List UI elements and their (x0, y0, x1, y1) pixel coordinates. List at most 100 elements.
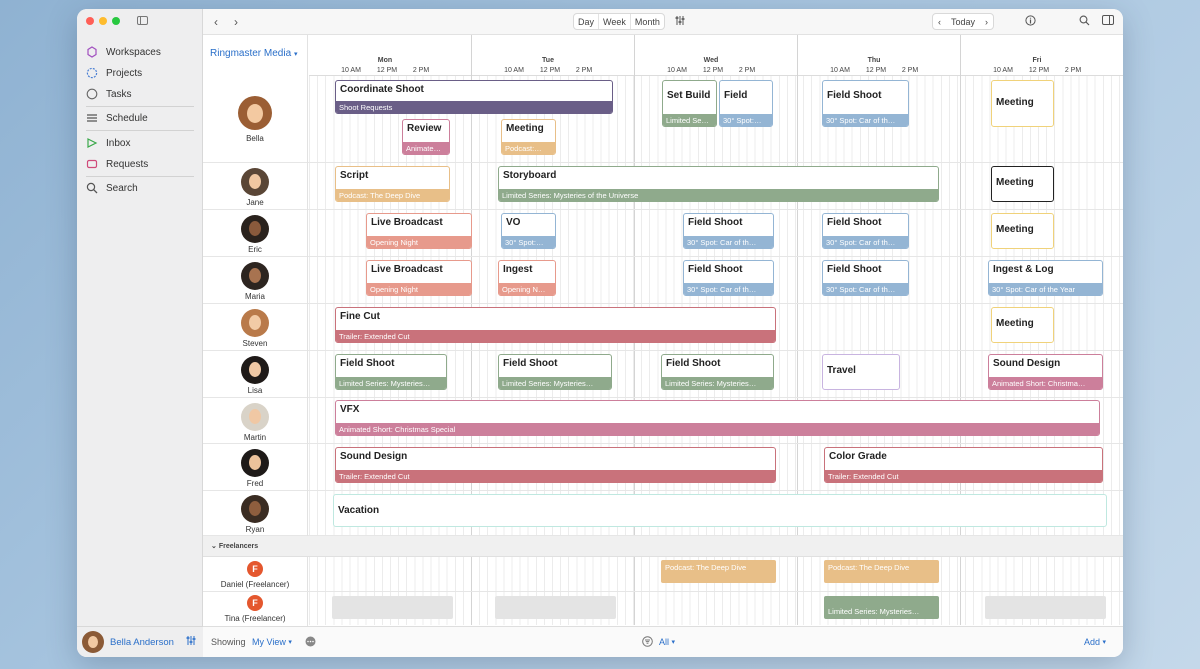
event-block[interactable]: VO 30° Spot:… (501, 213, 556, 249)
inspector-toggle-icon[interactable] (1102, 15, 1114, 25)
event-block[interactable]: Meeting (991, 213, 1054, 249)
date-navigator: ‹ Today › (932, 13, 995, 30)
person-lisa[interactable]: Lisa (203, 351, 308, 398)
sidebar-toggle-icon[interactable] (137, 16, 148, 25)
next-week-icon[interactable]: › (980, 17, 993, 27)
event-subtitle: Podcast: The Deep Dive (336, 189, 449, 201)
search-icon[interactable] (1079, 15, 1090, 26)
event-subtitle: Animate… (403, 142, 449, 154)
sidebar-item-search[interactable]: Search (86, 182, 198, 194)
tab-week[interactable]: Week (599, 14, 631, 29)
event-title: Storyboard (503, 170, 557, 181)
event-block[interactable]: Live Broadcast Opening Night (366, 260, 472, 296)
sidebar-item-workspaces[interactable]: Workspaces (86, 46, 198, 58)
chevron-down-icon: ▾ (671, 639, 676, 646)
sidebar-item-schedule[interactable]: Schedule (86, 112, 198, 124)
freelance-event[interactable]: Podcast: The Deep Dive (824, 560, 939, 583)
sidebar-item-tasks[interactable]: Tasks (86, 88, 198, 100)
day-label: Mon (377, 57, 393, 64)
person-name: Ryan (245, 525, 265, 534)
event-block[interactable]: Color Grade Trailer: Extended Cut (824, 447, 1103, 483)
event-block[interactable]: Live Broadcast Opening Night (366, 213, 472, 249)
info-icon[interactable] (1025, 15, 1036, 26)
event-title: Color Grade (829, 451, 887, 462)
event-block[interactable]: Fine Cut Trailer: Extended Cut (335, 307, 776, 343)
event-block[interactable]: Meeting (991, 166, 1054, 202)
event-subtitle: Animated Short: Christmas Special (336, 423, 1099, 435)
avatar (241, 495, 269, 523)
event-block[interactable]: Storyboard Limited Series: Mysteries of t… (498, 166, 939, 202)
event-block[interactable]: Field Shoot 30° Spot: Car of th… (822, 80, 909, 127)
filter-selector[interactable]: All ▾ (659, 637, 675, 647)
event-block[interactable]: VFX Animated Short: Christmas Special (335, 400, 1100, 436)
workspaces-icon (86, 46, 98, 58)
add-button[interactable]: Add ▾ (1084, 637, 1106, 647)
tab-month[interactable]: Month (631, 14, 664, 29)
event-block[interactable]: Set Build Limited Se… (662, 80, 717, 127)
event-block[interactable]: Coordinate Shoot Shoot Requests (335, 80, 613, 114)
person-martin[interactable]: Martin (203, 398, 308, 444)
view-selector-label: My View (252, 637, 286, 647)
event-block[interactable]: Field Shoot Limited Series: Mysteries… (498, 354, 612, 390)
event-subtitle: Trailer: Extended Cut (336, 470, 775, 482)
event-block[interactable]: Field Shoot 30° Spot: Car of th… (822, 213, 909, 249)
event-block[interactable]: Field Shoot Limited Series: Mysteries… (661, 354, 774, 390)
person-maria[interactable]: Maria (203, 257, 308, 304)
event-title: Field Shoot (827, 217, 882, 228)
tab-day[interactable]: Day (574, 14, 600, 29)
today-button[interactable]: Today (946, 17, 980, 27)
hour-label: 10 AM (667, 67, 687, 74)
zoom-button[interactable] (112, 17, 120, 25)
person-ryan[interactable]: Ryan (203, 491, 308, 536)
event-block[interactable]: Meeting (991, 307, 1054, 343)
event-subtitle: 30° Spot: Car of the Year (989, 283, 1102, 295)
previous-week-icon[interactable]: ‹ (933, 17, 946, 27)
freelance-event[interactable]: Limited Series: Mysteries… (824, 596, 939, 619)
sidebar-item-inbox[interactable]: Inbox (86, 137, 198, 149)
event-block[interactable]: Meeting Podcast:… (501, 119, 556, 155)
sidebar-item-projects[interactable]: Projects (86, 67, 198, 79)
view-selector[interactable]: My View ▾ (252, 637, 292, 647)
minimize-button[interactable] (99, 17, 107, 25)
back-arrow-icon[interactable]: ‹ (214, 15, 218, 29)
event-subtitle: Limited Se… (663, 114, 716, 126)
organization-selector[interactable]: Ringmaster Media ▾ (203, 35, 308, 76)
event-block[interactable]: Script Podcast: The Deep Dive (335, 166, 450, 202)
hour-label: 10 AM (830, 67, 850, 74)
event-block[interactable]: Field Shoot 30° Spot: Car of th… (683, 260, 774, 296)
current-user[interactable]: Bella Anderson (77, 626, 203, 657)
event-block[interactable]: Field 30° Spot:… (719, 80, 773, 127)
event-block[interactable]: Ingest & Log 30° Spot: Car of the Year (988, 260, 1103, 296)
event-block[interactable]: Meeting (991, 80, 1054, 127)
settings-sliders-icon[interactable] (186, 635, 196, 649)
person-jane[interactable]: Jane (203, 163, 308, 210)
filter-icon[interactable] (642, 636, 653, 647)
sidebar-item-requests[interactable]: Requests (86, 158, 198, 170)
event-block[interactable]: Ingest Opening N… (498, 260, 556, 296)
event-block[interactable]: Field Shoot 30° Spot: Car of th… (822, 260, 909, 296)
close-button[interactable] (86, 17, 94, 25)
event-block[interactable]: Review Animate… (402, 119, 450, 155)
window-controls (86, 17, 120, 25)
person-eric[interactable]: Eric (203, 210, 308, 257)
event-title: Ingest & Log (993, 264, 1054, 275)
event-block[interactable]: Sound Design Animated Short: Christma… (988, 354, 1103, 390)
filter-sliders-icon[interactable] (675, 15, 685, 26)
avatar (241, 215, 269, 243)
event-block[interactable]: Field Shoot 30° Spot: Car of th… (683, 213, 774, 249)
event-block[interactable]: Travel (822, 354, 900, 390)
freelance-event[interactable]: Podcast: The Deep Dive (661, 560, 776, 583)
event-block[interactable]: Field Shoot Limited Series: Mysteries… (335, 354, 447, 390)
freelancers-group-header[interactable]: ⌄ Freelancers (203, 536, 1123, 557)
event-block[interactable]: Vacation (333, 494, 1107, 527)
person-steven[interactable]: Steven (203, 304, 308, 351)
filter-selector-label: All (659, 637, 670, 647)
event-block[interactable]: Sound Design Trailer: Extended Cut (335, 447, 776, 483)
more-options-icon[interactable] (305, 636, 316, 647)
person-bella[interactable]: Bella (203, 76, 308, 163)
person-fred[interactable]: Fred (203, 444, 308, 491)
avatar (241, 309, 269, 337)
forward-arrow-icon[interactable]: › (234, 15, 238, 29)
person-tina[interactable]: F Tina (Freelancer) (203, 592, 308, 626)
person-name: Fred (246, 479, 264, 488)
